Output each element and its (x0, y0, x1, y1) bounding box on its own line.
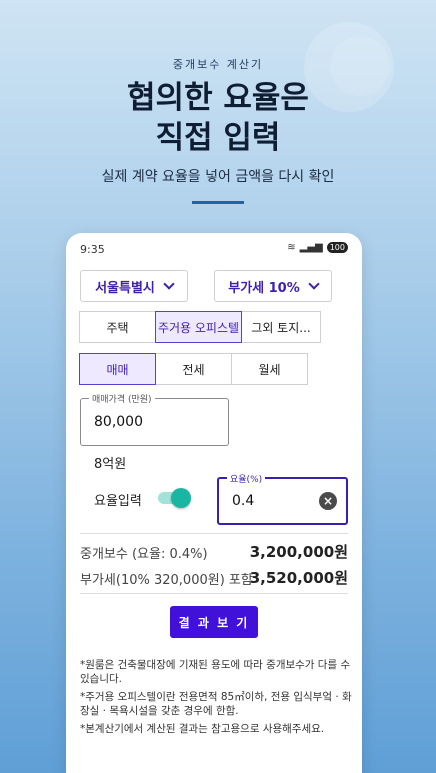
price-input-label: 매매가격 (만원) (89, 392, 155, 405)
region-dropdown[interactable]: 서울특별시 (80, 270, 188, 302)
result-divider-bottom (80, 593, 348, 594)
result-divider-top (80, 533, 348, 534)
rate-input-toggle[interactable] (158, 488, 191, 508)
vat-dropdown-label: 부가세 10% (228, 280, 300, 296)
promo-headline-line2: 직접 입력 (155, 120, 281, 156)
view-result-button[interactable]: 결 과 보 기 (170, 606, 258, 638)
accent-divider (192, 201, 244, 204)
rate-input-value: 0.4 (232, 493, 255, 509)
deal-type-tabs: 매매 전세 월세 (79, 353, 308, 385)
note-item: *원룸은 건축물대장에 기재된 용도에 따라 중개보수가 다를 수 있습니다. (80, 659, 351, 685)
tab-property-house[interactable]: 주택 (79, 311, 156, 343)
promo-subline: 실제 계약 요율을 넣어 금액을 다시 확인 (101, 169, 335, 185)
wifi-icon: ≋ (287, 242, 296, 253)
region-dropdown-label: 서울특별시 (95, 280, 155, 296)
phone-screen: 9:35 ≋ ▂▄▆ 100 서울특별시 부가세 10% 주택 주거용 오피스텔… (66, 233, 362, 773)
fee-label: 중개보수 (요율: 0.4%) (80, 547, 208, 562)
tab-deal-sale[interactable]: 매매 (79, 353, 156, 385)
clear-icon[interactable]: × (319, 492, 337, 510)
property-type-tabs: 주택 주거용 오피스텔 그외 토지... (79, 311, 321, 343)
promo-headline-line1: 협의한 요율은 (127, 80, 309, 116)
toggle-knob (171, 488, 191, 508)
tab-deal-monthly[interactable]: 월세 (231, 353, 308, 385)
rate-input-field[interactable]: 요율(%) 0.4 × (217, 472, 348, 525)
chevron-down-icon (308, 278, 320, 290)
note-item: *주거용 오피스텔이란 전용면적 85㎡이하, 전용 입식부엌 · 화장실 · … (80, 691, 352, 717)
note-item: *본계산기에서 계산된 결과는 참고용으로 사용해주세요. (80, 723, 325, 735)
vat-dropdown[interactable]: 부가세 10% (214, 270, 332, 302)
notes: *원룸은 건축물대장에 기재된 용도에 따라 중개보수가 다를 수 있습니다. … (80, 658, 356, 740)
battery-icon: 100 (326, 242, 348, 253)
tab-deal-jeonse[interactable]: 전세 (155, 353, 232, 385)
price-input-value: 80,000 (94, 414, 143, 430)
tab-property-other-land[interactable]: 그외 토지... (241, 311, 321, 343)
status-bar: 9:35 ≋ ▂▄▆ 100 (66, 233, 362, 263)
status-time: 9:35 (80, 243, 105, 256)
tab-property-officetel[interactable]: 주거용 오피스텔 (155, 311, 242, 343)
status-icons: ≋ ▂▄▆ 100 (287, 242, 348, 253)
rate-toggle-label: 요율입력 (94, 494, 142, 509)
vat-included-value: 3,520,000원 (249, 569, 348, 587)
fee-value: 3,200,000원 (249, 543, 348, 561)
signal-icon: ▂▄▆ (299, 242, 323, 253)
price-hint: 8억원 (94, 457, 127, 472)
promo-eyebrow: 중개보수 계산기 (172, 58, 264, 71)
promo-headline: 협의한 요율은 직접 입력 (0, 78, 436, 158)
chevron-down-icon (163, 278, 175, 290)
vat-included-label: 부가세(10% 320,000원) 포함 (80, 573, 253, 588)
price-input[interactable]: 매매가격 (만원) 80,000 (80, 392, 229, 446)
rate-input-label: 요율(%) (227, 472, 266, 485)
